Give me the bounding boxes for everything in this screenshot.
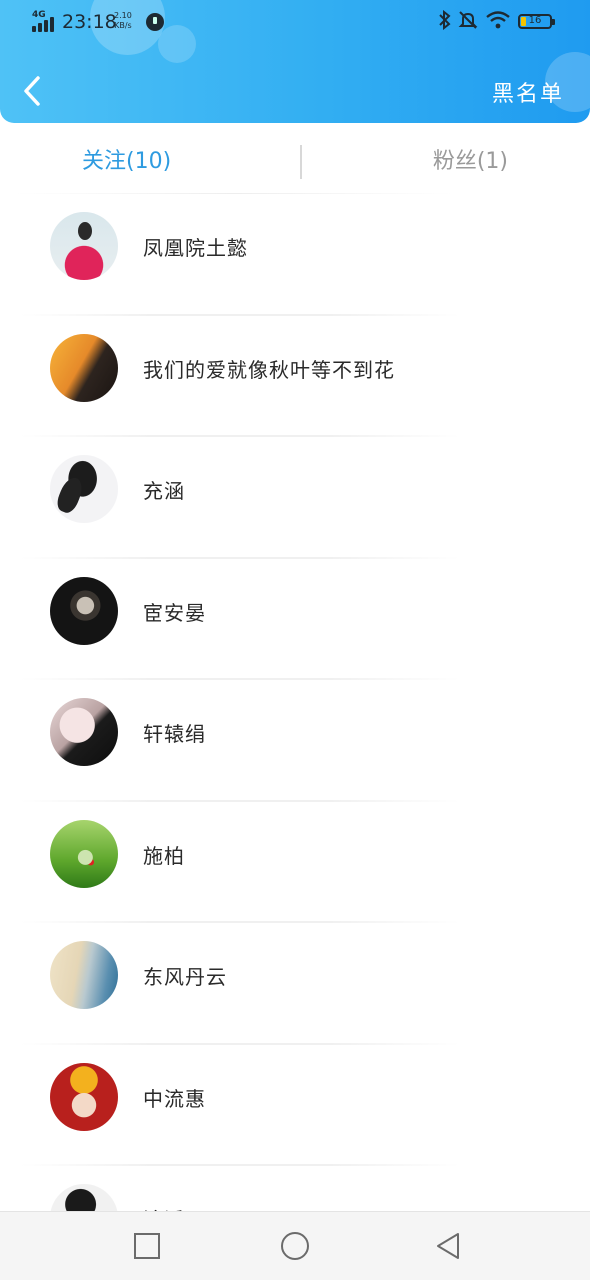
avatar[interactable] bbox=[50, 455, 118, 523]
list-item[interactable]: 东风丹云 bbox=[0, 923, 590, 1045]
list-item[interactable]: 中流惠 bbox=[0, 1045, 590, 1166]
header: 4G 23:18 2.10 KB/s 16 黑名单 bbox=[0, 0, 590, 123]
net-speed: 2.10 KB/s bbox=[114, 11, 132, 31]
tab-divider bbox=[300, 145, 302, 179]
avatar[interactable] bbox=[50, 576, 118, 645]
net-speed-unit: KB/s bbox=[114, 21, 132, 30]
user-name: 中流惠 bbox=[143, 1086, 206, 1111]
list-item[interactable]: 轩辕绢 bbox=[0, 680, 590, 802]
list-item[interactable]: 施柏 bbox=[0, 802, 590, 923]
signal-icon: 4G bbox=[32, 10, 56, 32]
bluetooth-icon bbox=[439, 10, 451, 30]
net-speed-value: 2.10 bbox=[114, 11, 132, 20]
network-type: 4G bbox=[32, 10, 46, 20]
list-item[interactable]: 凤凰院土懿 bbox=[0, 194, 590, 316]
avatar[interactable] bbox=[50, 1062, 118, 1131]
user-name: 施柏 bbox=[143, 843, 185, 868]
blacklist-button[interactable]: 黑名单 bbox=[492, 76, 564, 108]
user-list: 凤凰院土懿 我们的爱就像秋叶等不到花 充涵 宦安晏 轩辕绢 施柏 东风丹云 中流… bbox=[0, 194, 590, 1288]
clock: 23:18 bbox=[62, 11, 117, 33]
chevron-left-icon[interactable] bbox=[20, 74, 44, 108]
battery-icon: 16 bbox=[518, 14, 555, 29]
status-bar: 4G 23:18 2.10 KB/s 16 bbox=[0, 0, 590, 44]
triangle-back-icon[interactable] bbox=[434, 1232, 462, 1260]
user-name: 凤凰院土懿 bbox=[143, 236, 248, 260]
square-icon[interactable] bbox=[134, 1233, 160, 1259]
battery-percent: 16 bbox=[528, 15, 542, 26]
avatar[interactable] bbox=[50, 941, 118, 1009]
avatar[interactable] bbox=[50, 819, 118, 888]
list-item[interactable]: 宦安晏 bbox=[0, 559, 590, 680]
list-item[interactable]: 我们的爱就像秋叶等不到花 bbox=[0, 316, 590, 437]
user-name: 轩辕绢 bbox=[143, 722, 206, 746]
wifi-icon bbox=[486, 11, 510, 29]
avatar[interactable] bbox=[50, 212, 118, 280]
tab-bar: 关注(10) 粉丝(1) bbox=[0, 123, 590, 195]
list-item[interactable]: 充涵 bbox=[0, 437, 590, 559]
user-name: 东风丹云 bbox=[143, 965, 227, 989]
app-notification-icon bbox=[146, 13, 164, 31]
mute-bell-icon bbox=[458, 11, 478, 29]
user-name: 宦安晏 bbox=[143, 600, 206, 625]
user-name: 充涵 bbox=[143, 479, 185, 503]
avatar[interactable] bbox=[50, 698, 118, 766]
circle-icon[interactable] bbox=[281, 1232, 309, 1260]
tab-fans[interactable]: 粉丝(1) bbox=[433, 143, 508, 175]
user-name: 我们的爱就像秋叶等不到花 bbox=[143, 357, 395, 382]
avatar[interactable] bbox=[50, 333, 118, 402]
system-nav-bar bbox=[0, 1211, 590, 1280]
tab-following[interactable]: 关注(10) bbox=[82, 143, 171, 175]
